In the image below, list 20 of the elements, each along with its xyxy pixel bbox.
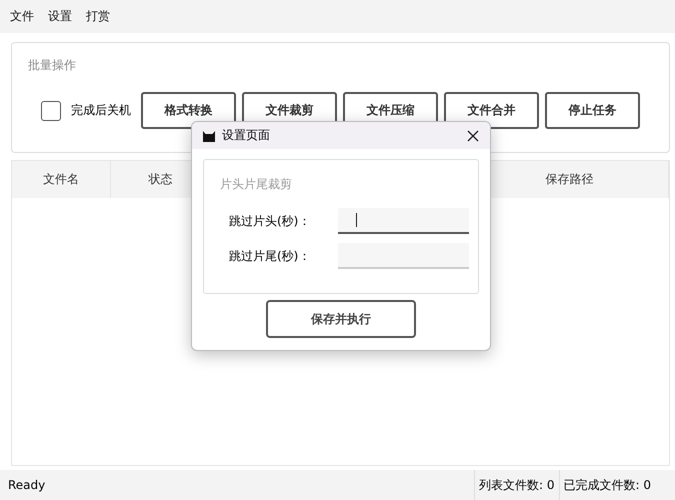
action-button[interactable]: 格式转换	[141, 92, 236, 129]
close-icon[interactable]	[466, 128, 480, 142]
status-text: 列表文件数: 0	[474, 470, 558, 500]
menu-item[interactable]: 打赏	[86, 8, 110, 25]
action-button[interactable]: 文件合并	[444, 92, 539, 129]
input-field[interactable]	[338, 208, 469, 234]
menu-item[interactable]: 设置	[48, 8, 72, 25]
field-label: 跳过片头(秒)：	[229, 212, 312, 230]
action-button[interactable]: 停止任务	[545, 92, 640, 129]
group-title: 批量操作	[28, 57, 77, 74]
checkbox-label: 完成后关机	[71, 102, 131, 119]
save-button[interactable]: 保存并执行	[266, 300, 416, 338]
menu-item[interactable]: 文件	[10, 8, 34, 25]
group-title: 片头片尾裁剪	[220, 176, 293, 193]
status-text: 已完成文件数: 0	[558, 470, 655, 500]
field-label: 跳过片尾(秒)：	[229, 248, 312, 264]
column-header: 文件名	[12, 161, 111, 198]
status-message: Ready	[7, 478, 46, 492]
dialog-title: 设置页面	[222, 127, 271, 144]
checkbox[interactable]	[41, 100, 61, 120]
